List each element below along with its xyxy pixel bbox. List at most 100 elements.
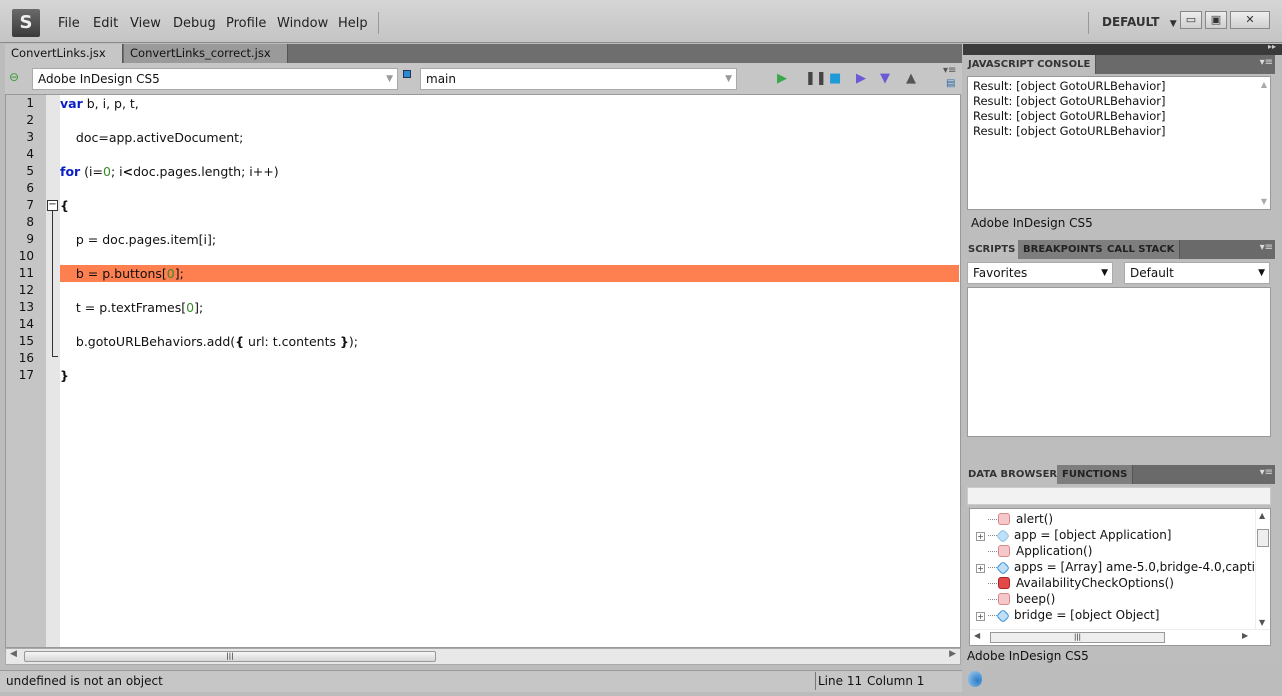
restore-button[interactable]: ▣	[1205, 11, 1227, 29]
console-target: Adobe InDesign CS5	[971, 216, 1093, 230]
code-token: for	[60, 164, 81, 179]
scroll-left-icon[interactable]: ◀	[10, 649, 17, 659]
title-bar: S File Edit View Debug Profile Window He…	[0, 0, 1282, 43]
panel-collapse-bar[interactable]: ▸▸	[963, 42, 1282, 55]
run-icon[interactable]: ▶	[777, 71, 787, 86]
code-line[interactable]	[60, 350, 959, 367]
code-token: {	[235, 334, 245, 349]
code-line[interactable]	[60, 146, 959, 163]
tree-item[interactable]: + apps = [Array] ame-5.0,bridge-4.0,capti…	[976, 559, 1270, 576]
panel-menu-icon[interactable]: ▾≡	[1260, 242, 1273, 253]
tab-scripts[interactable]: SCRIPTS	[963, 240, 1022, 259]
menu-profile[interactable]: Profile	[226, 16, 266, 31]
line-number: 13	[18, 300, 34, 314]
tree-item[interactable]: +AvailabilityCheckOptions()	[976, 575, 1174, 591]
tree-item[interactable]: +beep()	[976, 591, 1055, 607]
collapse-icon[interactable]: ▸▸	[1268, 42, 1276, 51]
chevron-down-icon: ▼	[1101, 268, 1108, 278]
tab-javascript-console[interactable]: JAVASCRIPT CONSOLE	[963, 55, 1097, 74]
menu-edit[interactable]: Edit	[93, 16, 118, 31]
tab-call-stack[interactable]: CALL STACK	[1102, 240, 1181, 259]
stop-icon[interactable]: ■	[829, 71, 841, 86]
line-number: 10	[18, 249, 34, 263]
code-line[interactable]	[60, 214, 959, 231]
scroll-thumb[interactable]: |||	[24, 651, 436, 662]
code-line[interactable]	[60, 316, 959, 333]
code-line[interactable]	[60, 248, 959, 265]
expand-icon[interactable]: +	[976, 612, 985, 621]
code-token: url: t.contents	[244, 334, 340, 349]
code-line[interactable]	[60, 112, 959, 129]
list-icon[interactable]: ▤	[946, 78, 955, 89]
expand-icon[interactable]: +	[976, 564, 985, 573]
tree-item[interactable]: +alert()	[976, 511, 1053, 527]
tab-convertlinks-correct[interactable]: ConvertLinks_correct.jsx✕	[124, 44, 288, 78]
code-line[interactable]: var b, i, p, t,	[60, 95, 959, 112]
data-browser-filter[interactable]	[967, 487, 1271, 505]
scripts-favorites-select[interactable]: Favorites ▼	[967, 262, 1113, 284]
expand-icon[interactable]: +	[976, 532, 985, 541]
tab-convertlinks[interactable]: ConvertLinks.jsx✕	[5, 44, 123, 78]
chevron-down-icon: ▼	[1258, 268, 1265, 278]
minimize-button[interactable]: ▭	[1180, 11, 1202, 29]
scripts-list[interactable]	[967, 287, 1271, 437]
tree-item[interactable]: +Application()	[976, 543, 1092, 559]
current-line[interactable]: b = p.buttons[0];	[60, 265, 959, 282]
function-icon	[403, 70, 411, 78]
pause-icon[interactable]: ❚❚	[805, 71, 827, 86]
menu-debug[interactable]: Debug	[173, 16, 216, 31]
editor-horizontal-scrollbar[interactable]: ◀ ||| ▶	[5, 648, 961, 665]
code-line[interactable]: p = doc.pages.item[i];	[60, 231, 959, 248]
tab-data-browser[interactable]: DATA BROWSER	[963, 465, 1064, 484]
link-icon: ⊖	[9, 70, 20, 84]
target-app-select[interactable]: Adobe InDesign CS5 ▼	[32, 68, 398, 90]
close-button[interactable]: ✕	[1230, 11, 1270, 29]
step-into-icon[interactable]: ▼	[880, 71, 890, 86]
tab-functions[interactable]: FUNCTIONS	[1057, 465, 1134, 484]
code-line[interactable]: t = p.textFrames[0];	[60, 299, 959, 316]
data-browser-panel-header: DATA BROWSER FUNCTIONS ▾≡	[963, 465, 1275, 484]
code-token: {	[60, 198, 69, 213]
line-number: 2	[26, 113, 34, 127]
code-line[interactable]: b.gotoURLBehaviors.add({ url: t.contents…	[60, 333, 959, 350]
menu-file[interactable]: File	[58, 16, 80, 31]
scroll-down-icon[interactable]: ▼	[1261, 197, 1267, 206]
tree-horizontal-scrollbar[interactable]: ◀ ||| ▶	[970, 629, 1270, 645]
menu-window[interactable]: Window	[277, 16, 328, 31]
code-line[interactable]: doc=app.activeDocument;	[60, 129, 959, 146]
console-output[interactable]: Result: [object GotoURLBehavior] Result: …	[967, 76, 1271, 210]
code-line[interactable]: }	[60, 367, 959, 384]
scripts-default-select[interactable]: Default ▼	[1124, 262, 1270, 284]
data-browser-tree[interactable]: +alert()+app = [object Application]+Appl…	[969, 508, 1271, 646]
tree-item[interactable]: + bridge = [object Object]	[976, 607, 1159, 624]
line-number: 8	[26, 215, 34, 229]
fold-collapse-icon[interactable]: −	[47, 200, 58, 211]
function-select[interactable]: main ▼	[420, 68, 737, 90]
panel-menu-icon[interactable]: ▾≡	[943, 65, 956, 76]
code-editor[interactable]: − 1 var b, i, p, t, 2 3 doc=app.activeDocum…	[5, 94, 961, 648]
code-line[interactable]	[60, 180, 959, 197]
code-line[interactable]: {	[60, 197, 959, 214]
menu-help[interactable]: Help	[338, 16, 368, 31]
fold-line	[52, 211, 58, 357]
step-out-icon[interactable]: ▲	[906, 71, 916, 86]
panel-menu-icon[interactable]: ▾≡	[1260, 467, 1273, 478]
scroll-right-icon[interactable]: ▶	[949, 649, 956, 659]
line-number: 9	[26, 232, 34, 246]
code-token: doc.pages.length; i++)	[133, 164, 279, 179]
tree-vertical-scrollbar[interactable]: ▲ ▼	[1255, 509, 1270, 629]
line-number: 15	[18, 334, 34, 348]
code-line[interactable]	[60, 282, 959, 299]
code-line[interactable]: for (i=0; i<doc.pages.length; i++)	[60, 163, 959, 180]
tree-item-label: beep()	[1016, 592, 1056, 606]
scroll-up-icon[interactable]: ▲	[1261, 80, 1267, 89]
menu-view[interactable]: View	[130, 16, 161, 31]
panel-menu-icon[interactable]: ▾≡	[1260, 57, 1273, 68]
workspace-switcher[interactable]: DEFAULT ▼	[1102, 15, 1177, 29]
code-token: );	[348, 334, 358, 349]
step-over-icon[interactable]: ▶	[856, 71, 866, 86]
tree-item[interactable]: + app = [object Application]	[976, 527, 1171, 544]
fold-column	[46, 95, 60, 647]
status-column: Column 1	[867, 674, 925, 688]
tab-breakpoints[interactable]: BREAKPOINTS	[1018, 240, 1109, 259]
